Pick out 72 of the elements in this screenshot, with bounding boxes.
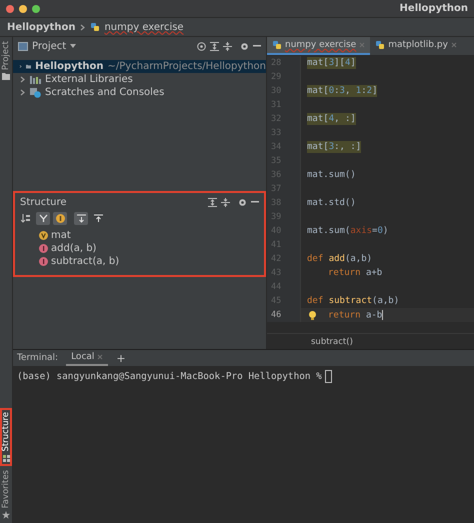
function-icon	[39, 257, 48, 266]
window-title: Hellopython	[400, 3, 468, 14]
code-line: def subtract(a,b)	[307, 295, 400, 307]
python-file-icon	[375, 40, 386, 50]
breadcrumb-item[interactable]: numpy exercise	[104, 22, 184, 32]
sort-icon	[21, 214, 31, 223]
python-file-icon	[90, 22, 100, 32]
new-tab-button[interactable]: +	[116, 352, 126, 364]
code-line: mat.sum()	[307, 169, 356, 181]
toolbar-toggle[interactable]	[74, 212, 88, 225]
structure-item[interactable]: mat	[51, 230, 71, 241]
terminal-prompt: (base) sangyunkang@Sangyunui-MacBook-Pro Hellopython %	[17, 371, 322, 382]
code-line: mat.std()	[307, 197, 356, 209]
scratches-icon	[30, 88, 41, 98]
terminal-cursor	[324, 370, 332, 383]
terminal-tab[interactable]: Local	[66, 350, 108, 366]
structure-icon	[2, 454, 10, 462]
zoom-window-icon[interactable]	[32, 4, 40, 12]
dropdown-icon[interactable]	[70, 44, 76, 48]
toolbar-toggle[interactable]	[53, 212, 67, 225]
minimize-icon[interactable]	[253, 45, 261, 47]
toolbar-toggle[interactable]	[91, 212, 105, 225]
toolbar-toggle[interactable]	[36, 212, 50, 225]
editor-tab[interactable]: numpy exercise	[267, 37, 370, 55]
code-line: def add(a,b)	[307, 253, 372, 265]
breadcrumb-item[interactable]: subtract()	[311, 336, 353, 346]
structure-item[interactable]: subtract(a, b)	[51, 256, 120, 267]
tree-item-path: ~/PycharmProjects/Hellopython	[108, 61, 266, 72]
collapse-all-icon[interactable]	[221, 198, 230, 206]
collapse-all-icon[interactable]	[223, 42, 232, 50]
locate-icon[interactable]	[197, 42, 206, 50]
python-file-icon	[272, 40, 282, 50]
tree-item-name: Scratches and Consoles	[45, 87, 164, 98]
panel-title[interactable]: Project	[32, 40, 66, 52]
editor-tab[interactable]: matplotlib.py	[370, 37, 462, 55]
lightbulb-icon[interactable]	[309, 310, 316, 320]
tree-item[interactable]: Hellopython ~/PycharmProjects/Hellopython	[13, 60, 266, 73]
panel-title: Structure	[20, 196, 68, 208]
folder-icon	[26, 62, 32, 71]
minimize-window-icon[interactable]	[19, 4, 27, 12]
tree-item-name: Hellopython	[35, 61, 104, 72]
tree-item-name: External Libraries	[45, 74, 133, 85]
variable-icon	[39, 231, 48, 240]
minimize-icon[interactable]	[251, 201, 259, 203]
tool-window-tab[interactable]: Structure	[0, 408, 12, 466]
line-number: 46	[271, 310, 282, 320]
close-window-icon[interactable]	[6, 4, 14, 12]
folder-icon	[2, 73, 10, 80]
hierarchy-icon	[38, 214, 48, 223]
tool-window-tab[interactable]: Favorites	[0, 466, 12, 523]
code-line: return a-b	[328, 308, 384, 322]
structure-item[interactable]: add(a, b)	[51, 243, 96, 254]
chevron-icon[interactable]	[79, 24, 86, 30]
expand-all-icon[interactable]	[210, 42, 219, 50]
settings-icon[interactable]	[240, 42, 249, 50]
expand-all-icon[interactable]	[208, 198, 217, 206]
tool-window-tab[interactable]: Project	[0, 37, 12, 84]
toolbar-toggle[interactable]	[19, 212, 33, 225]
field-icon	[56, 214, 64, 223]
code-line: mat.sum(axis=0)	[307, 225, 388, 237]
tree-item[interactable]: External Libraries	[13, 73, 266, 86]
expand-icon	[76, 214, 86, 223]
panel-title: Terminal:	[17, 353, 58, 363]
breadcrumb-item[interactable]: Hellopython	[7, 22, 76, 32]
star-icon	[2, 511, 10, 519]
collapse-icon	[94, 214, 102, 223]
code-line: return a+b	[328, 267, 382, 279]
library-icon	[30, 75, 41, 84]
tree-item[interactable]: Scratches and Consoles	[13, 86, 266, 99]
settings-icon[interactable]	[238, 198, 247, 206]
function-icon	[39, 244, 48, 253]
project-icon	[18, 42, 28, 50]
